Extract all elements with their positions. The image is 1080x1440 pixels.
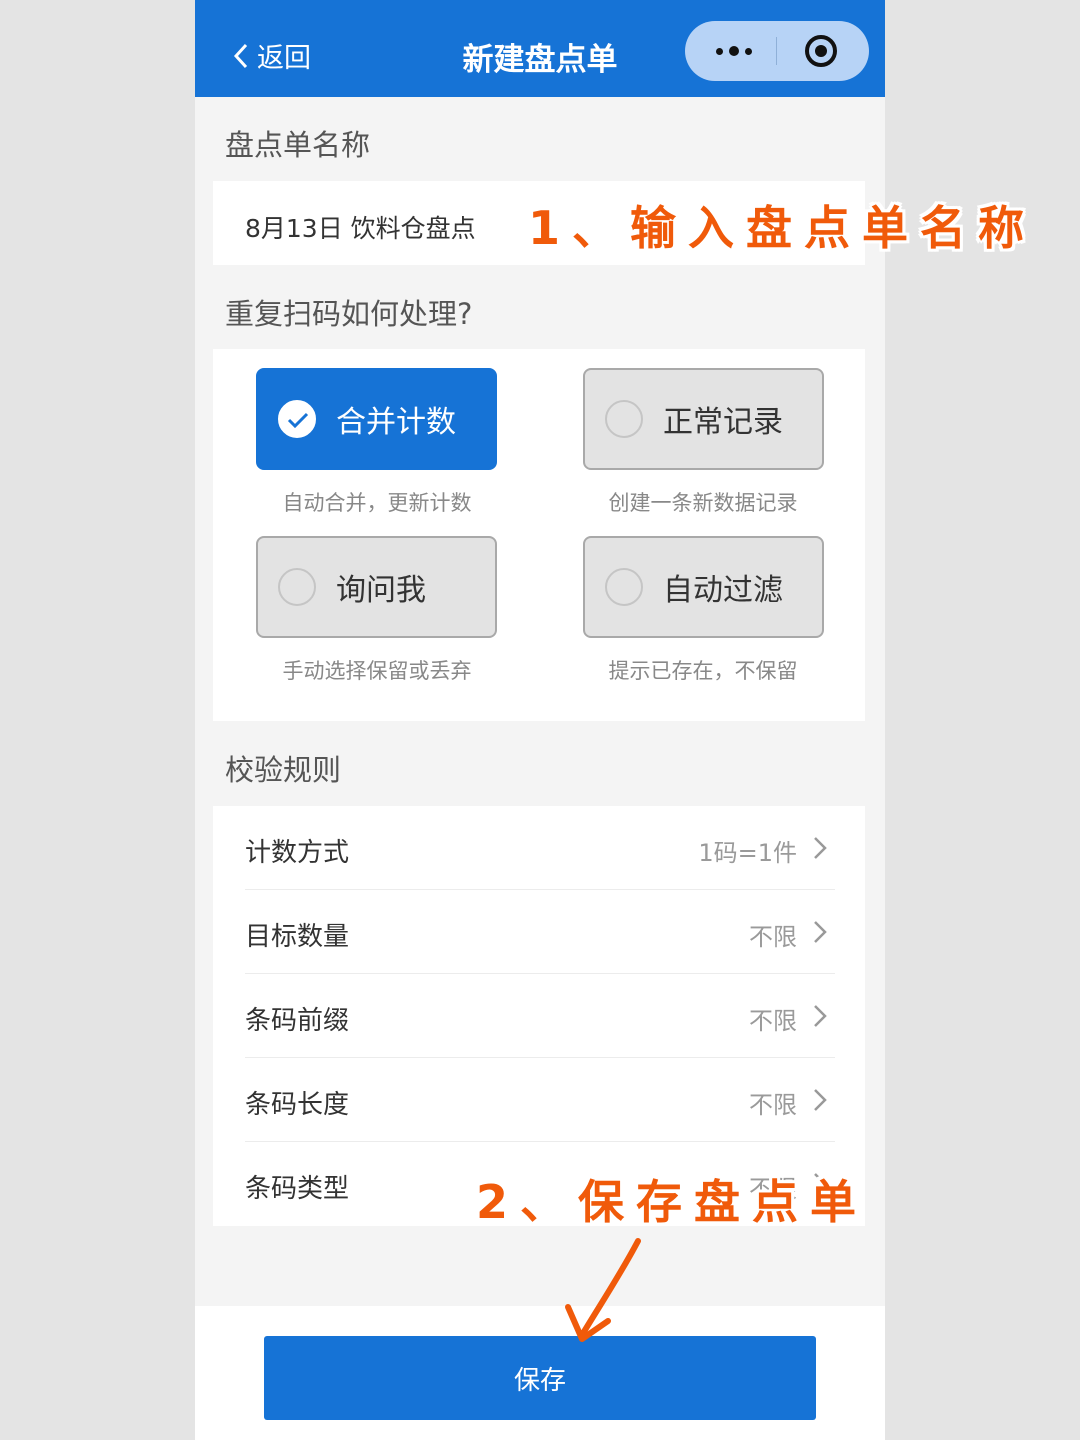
option-desc: 自动合并，更新计数 [282, 491, 472, 515]
annotation-step2: 2、保存盘点单 [476, 1175, 869, 1229]
duplicate-options-card: 合并计数 自动合并，更新计数 正常记录 创建一条新数据记录 询问我 手动选择保留… [213, 349, 865, 721]
option-desc: 创建一条新数据记录 [608, 491, 798, 515]
radio-unchecked-icon [605, 568, 643, 606]
close-target-icon[interactable] [805, 35, 837, 67]
capsule-divider [776, 37, 777, 65]
radio-unchecked-icon [605, 400, 643, 438]
rule-value: 不限 [749, 1091, 797, 1119]
rule-row-target-qty[interactable]: 目标数量 不限 [213, 890, 865, 974]
more-dots-icon[interactable] [709, 35, 759, 67]
option-auto-filter[interactable]: 自动过滤 [583, 536, 824, 638]
nav-bar: 返回 新建盘点单 [195, 0, 885, 97]
chevron-right-icon [814, 1005, 827, 1027]
rule-row-barcode-length[interactable]: 条码长度 不限 [213, 1058, 865, 1142]
option-normal-record[interactable]: 正常记录 [583, 368, 824, 470]
option-ask-me[interactable]: 询问我 [256, 536, 497, 638]
rule-label: 条码前缀 [245, 1006, 350, 1036]
rule-label: 计数方式 [245, 838, 350, 868]
rule-label: 条码长度 [245, 1090, 350, 1120]
rules-section-label: 校验规则 [225, 753, 342, 787]
save-button[interactable]: 保存 [264, 1336, 816, 1420]
radio-unchecked-icon [278, 568, 316, 606]
rule-value: 不限 [749, 923, 797, 951]
bottom-bar: 保存 [195, 1306, 885, 1440]
rule-label: 目标数量 [245, 922, 350, 952]
duplicate-section-label: 重复扫码如何处理? [225, 297, 473, 331]
rule-value: 不限 [749, 1007, 797, 1035]
annotation-step1: 1、输入盘点单名称 [528, 201, 1037, 255]
option-label: 正常记录 [663, 405, 783, 440]
rule-value: 1码=1件 [698, 839, 797, 867]
chevron-right-icon [814, 1089, 827, 1111]
annotation-arrow-icon [565, 1238, 641, 1342]
option-label: 自动过滤 [663, 573, 783, 608]
option-merge-count[interactable]: 合并计数 [256, 368, 497, 470]
option-desc: 提示已存在，不保留 [608, 659, 798, 683]
mini-program-capsule [685, 21, 869, 81]
radio-checked-icon [278, 400, 316, 438]
rule-row-barcode-prefix[interactable]: 条码前缀 不限 [213, 974, 865, 1058]
option-label: 询问我 [336, 573, 426, 608]
rules-card: 计数方式 1码=1件 目标数量 不限 条码前缀 不限 条码长度 不限 条码类型 … [213, 806, 865, 1226]
chevron-right-icon [814, 921, 827, 943]
rule-row-count-mode[interactable]: 计数方式 1码=1件 [213, 806, 865, 890]
chevron-right-icon [814, 837, 827, 859]
name-input[interactable]: 8月13日 饮料仓盘点 [245, 209, 476, 245]
option-desc: 手动选择保留或丢弃 [282, 659, 472, 683]
rule-label: 条码类型 [245, 1174, 350, 1204]
option-label: 合并计数 [336, 405, 456, 440]
name-section-label: 盘点单名称 [225, 128, 371, 162]
